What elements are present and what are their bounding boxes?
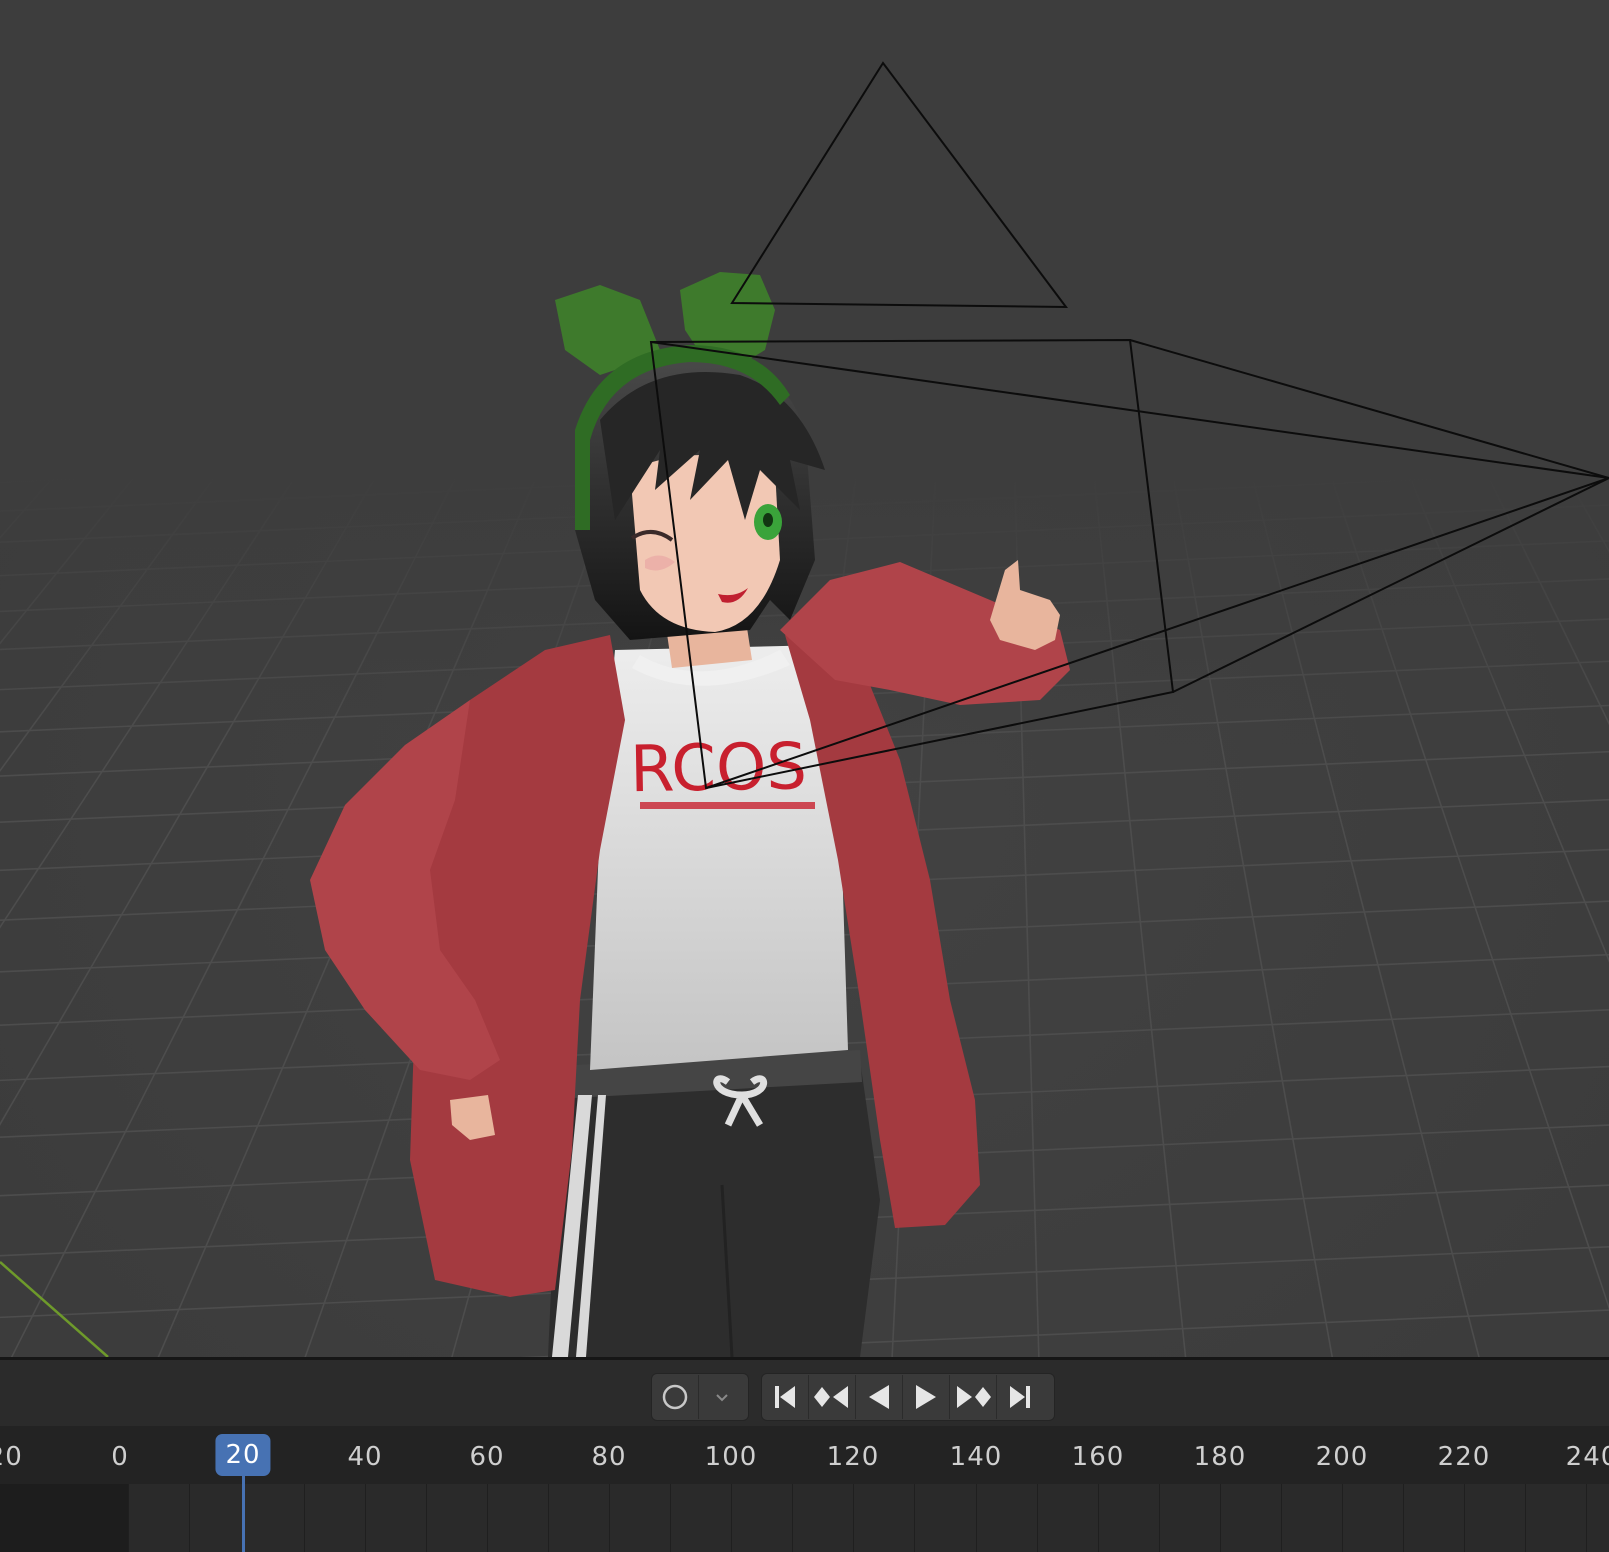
timeline-gridline xyxy=(487,1484,488,1552)
shirt-logo: RCOS xyxy=(629,730,807,807)
jump-start-icon xyxy=(775,1386,795,1408)
frame-tick-label: 60 xyxy=(469,1442,505,1472)
prev-keyframe-icon xyxy=(814,1386,848,1408)
frame-tick-label: 100 xyxy=(704,1442,758,1472)
jump-to-next-keyframe-button[interactable] xyxy=(949,1375,996,1419)
timeline-gridline xyxy=(548,1484,549,1552)
3d-viewport[interactable]: RCOS xyxy=(0,0,1609,1357)
timeline-gridline xyxy=(792,1484,793,1552)
frame-tick-label: 80 xyxy=(591,1442,627,1472)
timeline-gridline xyxy=(304,1484,305,1552)
timeline-gridline xyxy=(609,1484,610,1552)
timeline-gridline xyxy=(1342,1484,1343,1552)
frame-tick-label: 160 xyxy=(1071,1442,1125,1472)
frame-tick-label: -20 xyxy=(0,1442,23,1472)
play-icon xyxy=(916,1385,936,1409)
jump-to-start-button[interactable] xyxy=(762,1375,808,1419)
timeline-gridline xyxy=(1586,1484,1587,1552)
timeline-gridline xyxy=(731,1484,732,1552)
frame-tick-label: 220 xyxy=(1437,1442,1491,1472)
frame-tick-label: 200 xyxy=(1315,1442,1369,1472)
frame-tick-label: 120 xyxy=(826,1442,880,1472)
shirt-logo-subtext xyxy=(640,802,815,809)
timeline-gridline xyxy=(976,1484,977,1552)
timeline-gridline xyxy=(853,1484,854,1552)
timeline-gridline xyxy=(365,1484,366,1552)
playhead-line[interactable] xyxy=(242,1476,245,1552)
transport-controls xyxy=(761,1373,1055,1421)
next-keyframe-icon xyxy=(957,1386,991,1408)
frame-tick-label: 40 xyxy=(347,1442,383,1472)
timeline-gridline xyxy=(670,1484,671,1552)
timeline-gridline xyxy=(426,1484,427,1552)
out-of-range-shade xyxy=(0,1484,128,1552)
frame-tick-label: 140 xyxy=(949,1442,1003,1472)
timeline-gridline xyxy=(1525,1484,1526,1552)
timeline-gridline xyxy=(1220,1484,1221,1552)
keying-group xyxy=(651,1373,749,1421)
jump-to-end-button[interactable] xyxy=(996,1375,1043,1419)
frame-tick-label: 240 xyxy=(1565,1442,1609,1472)
jump-to-prev-keyframe-button[interactable] xyxy=(808,1375,855,1419)
playback-bar xyxy=(0,1360,1609,1426)
timeline-gridline xyxy=(914,1484,915,1552)
timeline-gridline xyxy=(189,1484,190,1552)
timeline-gridline xyxy=(1037,1484,1038,1552)
timeline-gridline xyxy=(1281,1484,1282,1552)
chevron-down-icon[interactable] xyxy=(698,1375,745,1419)
record-circle-icon[interactable] xyxy=(652,1375,698,1419)
open-eye-pupil xyxy=(763,513,773,527)
timeline-gridline xyxy=(1159,1484,1160,1552)
current-frame-indicator[interactable]: 20 xyxy=(215,1434,271,1476)
jump-end-icon xyxy=(1010,1386,1030,1408)
timeline-gridline xyxy=(128,1484,129,1552)
timeline-gridline xyxy=(1403,1484,1404,1552)
play-reverse-icon xyxy=(869,1385,889,1409)
play-button[interactable] xyxy=(902,1375,949,1419)
play-reverse-button[interactable] xyxy=(855,1375,902,1419)
timeline-gridline xyxy=(1098,1484,1099,1552)
frame-tick-label: 180 xyxy=(1193,1442,1247,1472)
frame-tick-label: 0 xyxy=(111,1442,129,1472)
timeline-gridline xyxy=(1464,1484,1465,1552)
